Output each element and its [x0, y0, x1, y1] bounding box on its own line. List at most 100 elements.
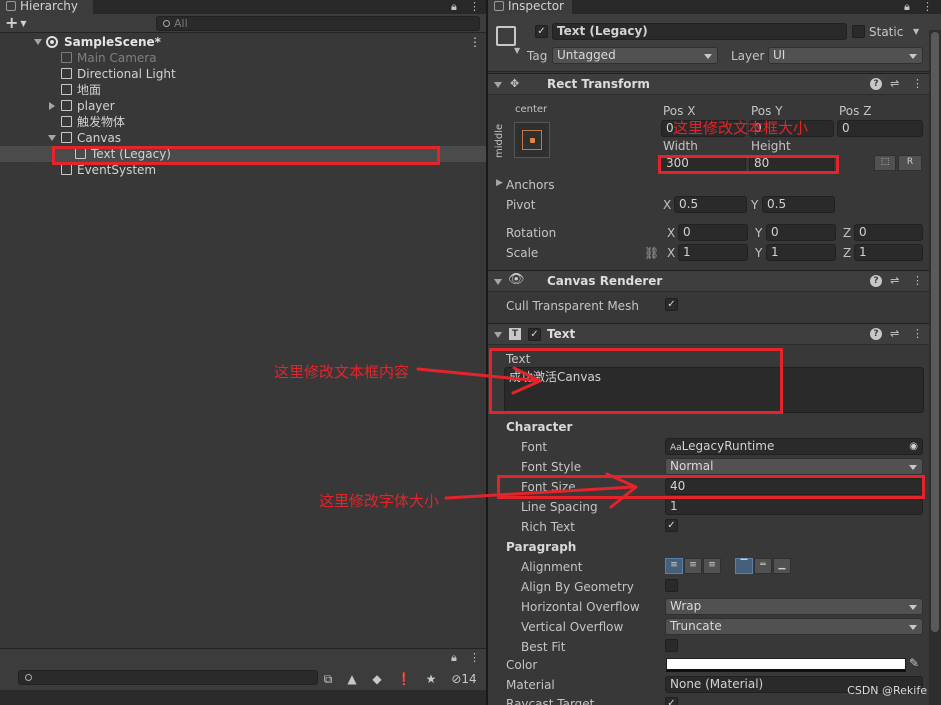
line-spacing-field[interactable]: 1 [665, 498, 923, 515]
console-search-input[interactable] [18, 670, 318, 685]
tag-icon[interactable]: ◆ [369, 671, 385, 687]
lock-icon[interactable]: 🔒︎ [904, 0, 910, 13]
scale-x-field[interactable]: 1 [678, 244, 748, 261]
align-by-geometry-checkbox[interactable] [665, 579, 678, 592]
gameobject-icon [61, 52, 72, 63]
star-icon[interactable]: ★ [423, 671, 439, 687]
text-component-header[interactable]: T ✓ Text ? ⇌ ⋮ [488, 323, 929, 345]
hierarchy-row-player[interactable]: player [0, 98, 486, 114]
hierarchy-row-trigger[interactable]: 触发物体 [0, 114, 486, 130]
rich-text-checkbox[interactable]: ✓ [665, 519, 678, 532]
font-field[interactable]: AaLegacyRuntime ◉ [665, 438, 923, 455]
align-center-button[interactable]: ≡ [684, 558, 702, 574]
info-icon [494, 1, 504, 11]
hierarchy-row-canvas[interactable]: Canvas [0, 130, 486, 146]
rotation-z-field[interactable]: 0 [854, 224, 923, 241]
pivot-x-field[interactable]: 0.5 [674, 196, 747, 213]
text-content-area[interactable]: 成功激活Canvas [504, 367, 924, 413]
preset-icon[interactable]: ⇌ [890, 274, 899, 287]
align-bottom-button[interactable]: ▁ [773, 558, 791, 574]
inspector-scroll-thumb[interactable] [931, 32, 939, 632]
chevron-down-icon[interactable]: ▼ [514, 46, 520, 55]
more-menu-icon[interactable]: ⋮ [469, 0, 480, 13]
scene-menu-icon[interactable]: ⋮ [469, 34, 481, 50]
component-menu-icon[interactable]: ⋮ [912, 327, 923, 340]
object-name-field[interactable]: Text (Legacy) [552, 23, 847, 40]
help-icon[interactable]: ? [870, 275, 882, 287]
hidden-count-badge[interactable]: ⊘14 [447, 671, 481, 687]
warning-icon[interactable]: ❗ [396, 671, 412, 687]
blueprint-mode-button[interactable]: ⬚ [874, 155, 896, 171]
width-field[interactable]: 300 [661, 155, 746, 172]
color-swatch[interactable] [666, 658, 906, 672]
collapse-arrow-icon[interactable] [49, 102, 55, 110]
anchor-presets-button[interactable] [514, 122, 550, 158]
align-left-button[interactable]: ≡ [665, 558, 683, 574]
cull-transparent-mesh-checkbox[interactable]: ✓ [665, 298, 678, 311]
hierarchy-row-main-camera[interactable]: Main Camera [0, 50, 486, 66]
lock-icon[interactable]: 🔒︎ [451, 0, 457, 13]
preset-icon[interactable]: ⇌ [890, 327, 899, 340]
height-field[interactable]: 80 [749, 155, 834, 172]
scale-z-field[interactable]: 1 [854, 244, 923, 261]
fold-arrow-icon[interactable] [494, 279, 502, 285]
font-size-field[interactable]: 40 [665, 478, 923, 495]
scale-x-axis-label: X [667, 246, 676, 260]
object-picker-icon[interactable]: ◉ [909, 439, 918, 454]
add-object-button[interactable]: + ▼ [5, 15, 27, 32]
rect-transform-header[interactable]: ✥ Rect Transform ? ⇌ ⋮ [488, 73, 929, 95]
best-fit-checkbox[interactable] [665, 639, 678, 652]
component-menu-icon[interactable]: ⋮ [912, 274, 923, 287]
help-icon[interactable]: ? [870, 78, 882, 90]
layer-dropdown[interactable]: UI [768, 47, 923, 64]
expand-arrow-icon[interactable] [48, 135, 56, 141]
pos-z-field[interactable]: 0 [837, 120, 923, 137]
hierarchy-search-input[interactable]: All [156, 16, 480, 31]
pivot-label: Pivot [506, 198, 536, 212]
rotation-y-field[interactable]: 0 [766, 224, 836, 241]
lock-icon[interactable]: 🔒︎ [451, 651, 457, 664]
more-menu-icon[interactable]: ⋮ [469, 651, 480, 664]
search-filter-icon[interactable]: ⧉ [320, 671, 336, 687]
align-top-button[interactable]: ▔ [735, 558, 753, 574]
constrain-proportions-icon[interactable]: ⛓ [644, 246, 659, 260]
tab-inspector[interactable]: Inspector [488, 0, 572, 14]
scale-y-field[interactable]: 1 [766, 244, 836, 261]
expand-arrow-icon[interactable] [34, 39, 42, 45]
fold-arrow-icon[interactable] [494, 332, 502, 338]
hierarchy-row-ground[interactable]: 地面 [0, 82, 486, 98]
hierarchy-row-scene[interactable]: SampleScene* ⋮ [0, 34, 486, 50]
static-dropdown-icon[interactable]: ▼ [913, 27, 919, 36]
active-checkbox[interactable]: ✓ [535, 25, 548, 38]
text-enabled-checkbox[interactable]: ✓ [528, 328, 541, 341]
align-middle-button[interactable]: ═ [754, 558, 772, 574]
pivot-y-field[interactable]: 0.5 [762, 196, 835, 213]
static-checkbox[interactable] [852, 25, 865, 38]
hierarchy-item-label: player [77, 99, 115, 113]
pos-x-label: Pos X [663, 104, 696, 118]
horizontal-overflow-dropdown[interactable]: Wrap [665, 598, 923, 615]
canvas-renderer-header[interactable]: 👁︎ Canvas Renderer ? ⇌ ⋮ [488, 270, 929, 292]
font-style-dropdown[interactable]: Normal [665, 458, 923, 475]
anchors-label[interactable]: Anchors [506, 178, 555, 192]
tab-hierarchy[interactable]: Hierarchy [0, 0, 93, 14]
gameobject-icon[interactable] [496, 26, 516, 46]
fold-arrow-icon[interactable] [494, 82, 502, 88]
anchors-fold-icon[interactable]: ▶ [496, 178, 503, 188]
component-menu-icon[interactable]: ⋮ [912, 77, 923, 90]
hierarchy-row-eventsystem[interactable]: EventSystem [0, 162, 486, 178]
preset-icon[interactable]: ⇌ [890, 77, 899, 90]
pos-z-label: Pos Z [839, 104, 872, 118]
tag-dropdown[interactable]: Untagged [552, 47, 718, 64]
eyedropper-icon[interactable]: ✎ [909, 656, 919, 670]
raycast-target-checkbox[interactable]: ✓ [665, 697, 678, 705]
hierarchy-row-directional-light[interactable]: Directional Light [0, 66, 486, 82]
shapes-icon[interactable]: ▲ [344, 671, 360, 687]
align-right-button[interactable]: ≡ [703, 558, 721, 574]
more-menu-icon[interactable]: ⋮ [922, 0, 933, 13]
raw-edit-button[interactable]: R [898, 155, 922, 171]
rotation-x-field[interactable]: 0 [678, 224, 748, 241]
help-icon[interactable]: ? [870, 328, 882, 340]
hierarchy-row-text-legacy[interactable]: Text (Legacy) [0, 146, 486, 162]
vertical-overflow-dropdown[interactable]: Truncate [665, 618, 923, 635]
